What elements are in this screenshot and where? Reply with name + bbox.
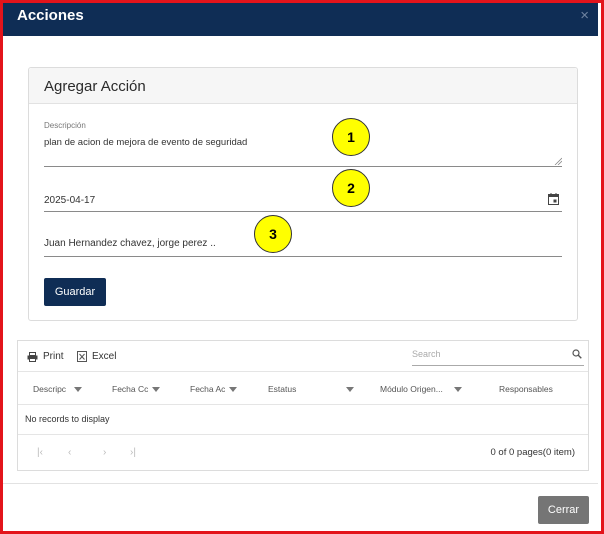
prev-page-icon[interactable]: ‹ [68,447,71,458]
grid-toolbar: Print Excel Search [18,341,588,372]
card-title: Agregar Acción [44,78,146,95]
grid-pager: |‹ ‹ › ›| 0 of 0 pages(0 item) [18,434,588,471]
column-header-estatus[interactable]: Estatus [268,384,354,394]
actions-grid: Print Excel Search Descripc Fecha Cc Fec… [17,340,589,471]
print-button[interactable]: Print [27,351,64,362]
description-underline [44,166,562,167]
print-icon [27,351,38,362]
responsables-field[interactable]: Juan Hernandez chavez, jorge perez .. [44,238,216,249]
responsables-underline [44,256,562,257]
resize-handle-icon[interactable] [554,157,562,165]
column-header-modulo-origen[interactable]: Módulo Origen... [380,384,462,394]
empty-message: No records to display [25,414,110,424]
add-action-card: Agregar Acción Descripción plan de acion… [28,67,578,321]
excel-icon [77,351,87,362]
annotation-marker-2: 2 [332,169,370,207]
card-header: Agregar Acción [29,68,577,104]
last-page-icon[interactable]: ›| [130,447,136,458]
excel-button[interactable]: Excel [77,351,116,362]
annotation-marker-1: 1 [332,118,370,156]
excel-label: Excel [92,351,117,362]
filter-icon[interactable] [229,386,237,392]
search-placeholder: Search [412,349,441,359]
footer-divider [3,483,598,484]
date-underline [44,211,562,212]
filter-icon[interactable] [152,386,160,392]
print-label: Print [43,351,64,362]
calendar-icon[interactable] [548,193,559,205]
search-input[interactable]: Search [412,346,584,366]
column-header-descripcion[interactable]: Descripc [33,384,82,394]
column-header-fecha-accion[interactable]: Fecha Ac [190,384,237,394]
close-button[interactable]: Cerrar [538,496,589,524]
dialog-title: Acciones [17,7,84,24]
filter-icon[interactable] [74,386,82,392]
search-icon[interactable] [572,349,582,359]
dialog-header: Acciones × [3,3,598,36]
annotation-marker-3: 3 [254,215,292,253]
close-icon[interactable]: × [580,8,589,23]
description-label: Descripción [44,121,86,130]
next-page-icon[interactable]: › [103,447,106,458]
date-field[interactable]: 2025-04-17 [44,195,95,206]
description-textarea[interactable]: plan de acion de mejora de evento de seg… [44,137,247,148]
save-button[interactable]: Guardar [44,278,106,306]
pager-info: 0 of 0 pages(0 item) [490,447,576,458]
filter-icon[interactable] [346,386,354,392]
filter-icon[interactable] [454,386,462,392]
grid-column-headers: Descripc Fecha Cc Fecha Ac Estatus Módul… [18,373,588,405]
first-page-icon[interactable]: |‹ [37,447,43,458]
column-header-responsables[interactable]: Responsables [499,384,553,394]
column-header-fecha-compromiso[interactable]: Fecha Cc [112,384,160,394]
